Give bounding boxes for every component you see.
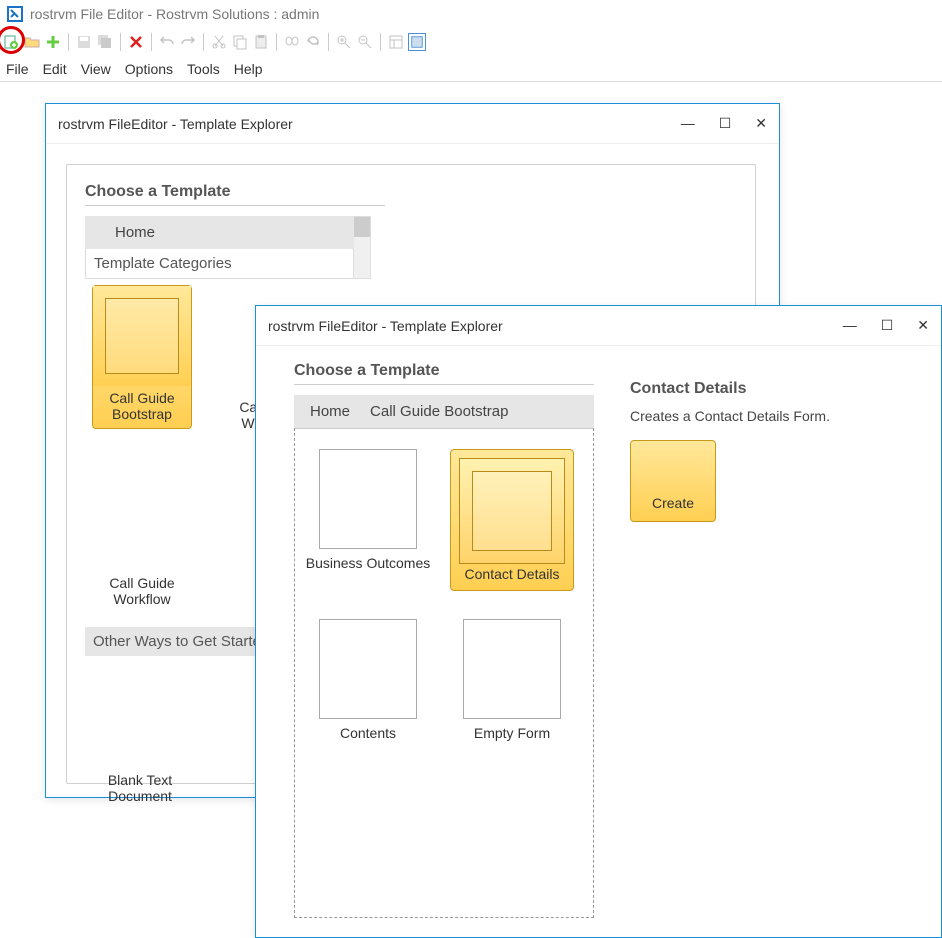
open-icon[interactable]: [23, 33, 41, 51]
breadcrumb: Home Call Guide Bootstrap: [294, 395, 594, 428]
dialog-title: rostrvm FileEditor - Template Explorer: [268, 318, 503, 334]
template-explorer-dialog-front: rostrvm FileEditor - Template Explorer —…: [255, 305, 942, 938]
divider: [294, 384, 594, 385]
menu-view[interactable]: View: [81, 61, 111, 77]
template-label: Call Guide Workflow: [109, 575, 174, 607]
template-label: Contact Details: [459, 566, 565, 582]
template-label: Call Guide Bootstrap: [93, 388, 191, 428]
breadcrumb: Home: [85, 216, 354, 249]
layout-icon[interactable]: [387, 33, 405, 51]
toolbar: [0, 28, 942, 56]
breadcrumb-home[interactable]: Home: [310, 403, 350, 420]
divider: [85, 205, 385, 206]
template-empty-form[interactable]: Empty Form: [447, 619, 577, 741]
toolbar-separator: [151, 33, 152, 51]
template-call-guide-bootstrap[interactable]: Call Guide Bootstrap: [87, 285, 197, 431]
template-label: Business Outcomes: [306, 555, 431, 571]
paste-icon[interactable]: [252, 33, 270, 51]
menu-options[interactable]: Options: [125, 61, 173, 77]
close-button[interactable]: ✕: [755, 115, 767, 132]
toolbar-separator: [203, 33, 204, 51]
copy-icon[interactable]: [231, 33, 249, 51]
toolbar-separator: [380, 33, 381, 51]
template-call-guide-workflow[interactable]: Call Guide Workflow: [87, 461, 197, 607]
zoom-out-icon[interactable]: [356, 33, 374, 51]
template-label: Empty Form: [474, 725, 550, 741]
toolbar-separator: [68, 33, 69, 51]
dialog-titlebar: rostrvm FileEditor - Template Explorer —…: [46, 104, 779, 144]
menu-help[interactable]: Help: [234, 61, 263, 77]
window-title: rostrvm File Editor - Rostrvm Solutions …: [30, 6, 319, 22]
template-contents[interactable]: Contents: [303, 619, 433, 741]
template-contact-details[interactable]: Contact Details: [447, 449, 577, 591]
scrollbar[interactable]: [354, 216, 371, 279]
create-button[interactable]: Create: [630, 440, 716, 522]
redo-icon[interactable]: [179, 33, 197, 51]
minimize-button[interactable]: —: [681, 115, 695, 132]
save-all-icon[interactable]: [96, 33, 114, 51]
maximize-button[interactable]: ☐: [881, 317, 894, 334]
undo-icon[interactable]: [158, 33, 176, 51]
menubar: File Edit View Options Tools Help: [0, 56, 942, 82]
delete-icon[interactable]: [127, 33, 145, 51]
menu-file[interactable]: File: [6, 61, 29, 77]
template-label: Contents: [340, 725, 396, 741]
minimize-button[interactable]: —: [843, 317, 857, 334]
template-label: Blank Text Document: [108, 772, 172, 804]
create-button-label: Create: [652, 495, 694, 511]
cut-icon[interactable]: [210, 33, 228, 51]
titlebar: rostrvm File Editor - Rostrvm Solutions …: [0, 0, 942, 28]
section-template-categories: Template Categories: [85, 249, 354, 279]
dialog-title: rostrvm FileEditor - Template Explorer: [58, 116, 293, 132]
find-icon[interactable]: [283, 33, 301, 51]
refresh-icon[interactable]: [304, 33, 322, 51]
breadcrumb-home[interactable]: Home: [115, 224, 155, 241]
details-title: Contact Details: [630, 380, 921, 398]
view-icon[interactable]: [408, 33, 426, 51]
choose-template-heading: Choose a Template: [294, 362, 594, 380]
maximize-button[interactable]: ☐: [719, 115, 732, 132]
template-business-outcomes[interactable]: Business Outcomes: [303, 449, 433, 591]
save-icon[interactable]: [75, 33, 93, 51]
new-template-icon[interactable]: [2, 33, 20, 51]
toolbar-separator: [120, 33, 121, 51]
breadcrumb-category[interactable]: Call Guide Bootstrap: [370, 403, 508, 420]
choose-template-heading: Choose a Template: [85, 183, 737, 201]
dialog-titlebar: rostrvm FileEditor - Template Explorer —…: [256, 306, 941, 346]
template-blank-text-document[interactable]: Blank Text Document: [85, 666, 195, 804]
zoom-in-icon[interactable]: [335, 33, 353, 51]
menu-tools[interactable]: Tools: [187, 61, 220, 77]
app-icon: [6, 5, 24, 23]
details-description: Creates a Contact Details Form.: [630, 408, 921, 424]
toolbar-separator: [276, 33, 277, 51]
add-icon[interactable]: [44, 33, 62, 51]
toolbar-separator: [328, 33, 329, 51]
menu-edit[interactable]: Edit: [43, 61, 67, 77]
close-button[interactable]: ✕: [917, 317, 929, 334]
